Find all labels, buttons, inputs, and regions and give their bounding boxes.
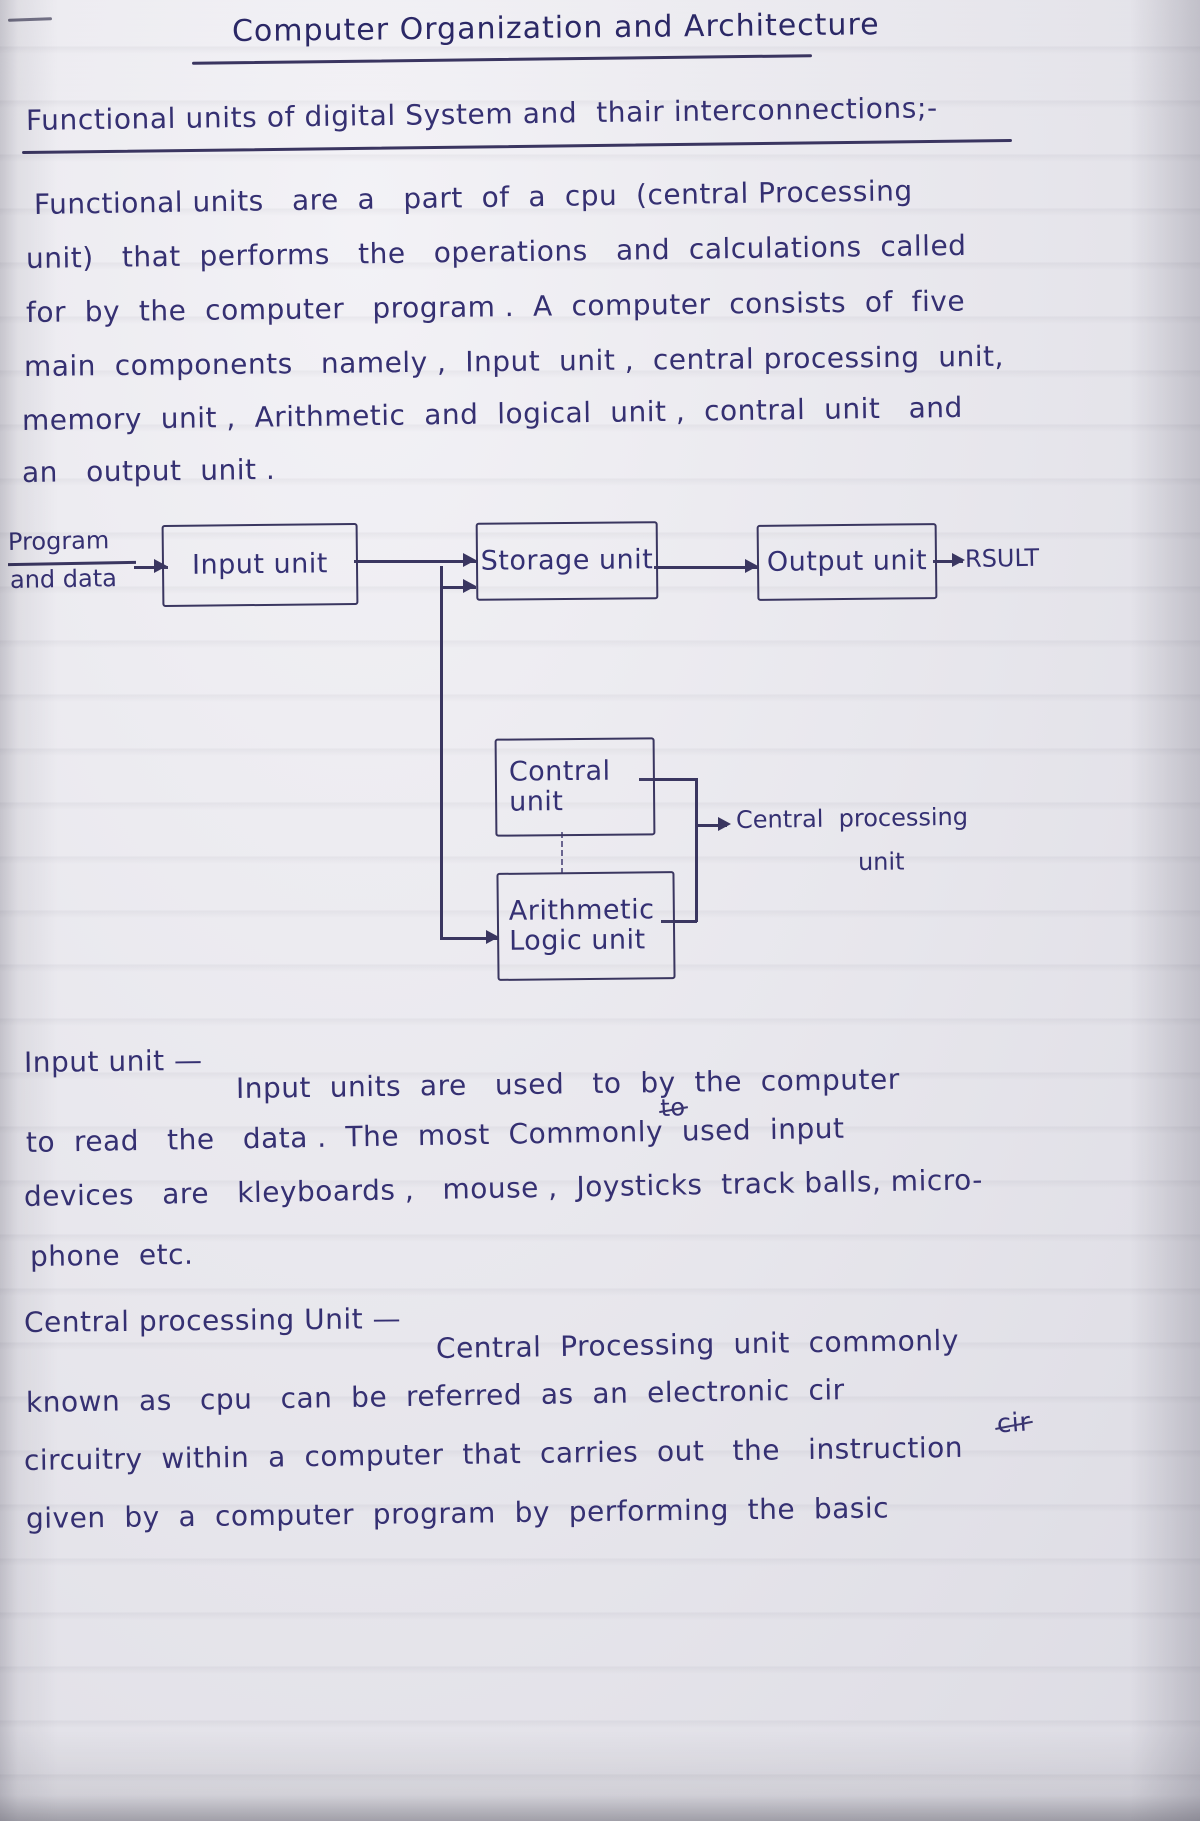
- diagram-box-control-unit: Contral unit: [494, 737, 656, 837]
- diagram-box-alu: Arithmetic Logic unit: [496, 871, 676, 981]
- cpu-line-2: known as cpu can be referred as an elect…: [25, 1373, 845, 1419]
- input-unit-line-2: to read the data . The most Commonly use…: [25, 1111, 845, 1159]
- section-heading-underline: [22, 138, 1012, 154]
- section-heading: Functional units of digital System and t…: [25, 91, 938, 137]
- diagram-arrow-storage-to-output: [654, 566, 758, 569]
- diagram-arrow-input-to-storage: [354, 560, 476, 563]
- intro-line-3: for by the computer program . A computer…: [25, 284, 966, 329]
- diagram-cpu-group-label-line2: unit: [857, 847, 905, 876]
- notebook-page: Computer Organization and Architecture F…: [0, 0, 1200, 1821]
- diagram-cpu-group-label-line1: Central processing: [735, 802, 969, 834]
- diagram-cpu-spine-vertical: [440, 566, 443, 938]
- page-edge-pen-mark: [7, 17, 53, 22]
- intro-line-4: main components namely , Input unit , ce…: [23, 339, 1005, 383]
- diagram-cpu-bracket-vertical: [695, 778, 698, 922]
- cpu-struck-word-text: cir: [995, 1407, 1032, 1440]
- input-unit-struck-word-text: to: [659, 1093, 687, 1123]
- diagram-result-label: RSULT: [964, 543, 1040, 573]
- page-title-underline: [192, 54, 812, 65]
- diagram-dashed-link-control-to-alu: [561, 832, 563, 874]
- diagram-arrowhead-spine-to-alu: [486, 930, 499, 944]
- input-unit-struck-word: to: [626, 1065, 688, 1152]
- cpu-struck-word: cir: [959, 1377, 1034, 1472]
- intro-line-1: Functional units are a part of a cpu (ce…: [33, 174, 913, 221]
- intro-line-5: memory unit , Arithmetic and logical uni…: [21, 390, 963, 437]
- diagram-arrowhead-spine-to-storage: [463, 579, 476, 593]
- input-unit-term: Input unit —: [23, 1043, 203, 1079]
- input-unit-line-1: Input units are used to by the computer: [235, 1062, 900, 1105]
- diagram-arrowhead-source-to-input: [154, 559, 167, 573]
- diagram-box-input-unit-label: Input unit: [191, 548, 329, 581]
- diagram-box-output-unit-label: Output unit: [766, 545, 928, 578]
- input-unit-line-4: phone etc.: [29, 1237, 194, 1273]
- diagram-arrowhead-input-to-storage: [463, 553, 476, 567]
- input-unit-line-3: devices are kleyboards , mouse , Joystic…: [23, 1163, 984, 1213]
- diagram-arrowhead-cpu-callout: [718, 817, 731, 831]
- diagram-input-source-label-line2: and data: [9, 564, 118, 594]
- cpu-line-1: Central Processing unit commonly: [435, 1323, 960, 1365]
- diagram-box-output-unit: Output unit: [756, 523, 938, 601]
- diagram-box-input-unit: Input unit: [161, 522, 359, 608]
- intro-line-6: an output unit .: [21, 452, 276, 489]
- intro-line-2: unit) that performs the operations and c…: [25, 228, 967, 275]
- diagram-box-alu-label: Arithmetic Logic unit: [508, 894, 655, 957]
- diagram-box-storage-unit-label: Storage unit: [480, 544, 654, 577]
- diagram-arrowhead-output-to-result: [952, 553, 965, 567]
- diagram-box-storage-unit: Storage unit: [475, 521, 659, 601]
- page-title: Computer Organization and Architecture: [231, 7, 880, 49]
- diagram-input-source-label-line1: Program: [7, 526, 110, 556]
- diagram-arrowhead-storage-to-output: [745, 559, 758, 573]
- cpu-term: Central processing Unit —: [23, 1302, 402, 1339]
- diagram-box-control-unit-label: Contral unit: [508, 755, 611, 818]
- cpu-line-3: circuitry within a computer that carries…: [23, 1430, 964, 1477]
- cpu-line-4: given by a computer program by performin…: [25, 1491, 890, 1535]
